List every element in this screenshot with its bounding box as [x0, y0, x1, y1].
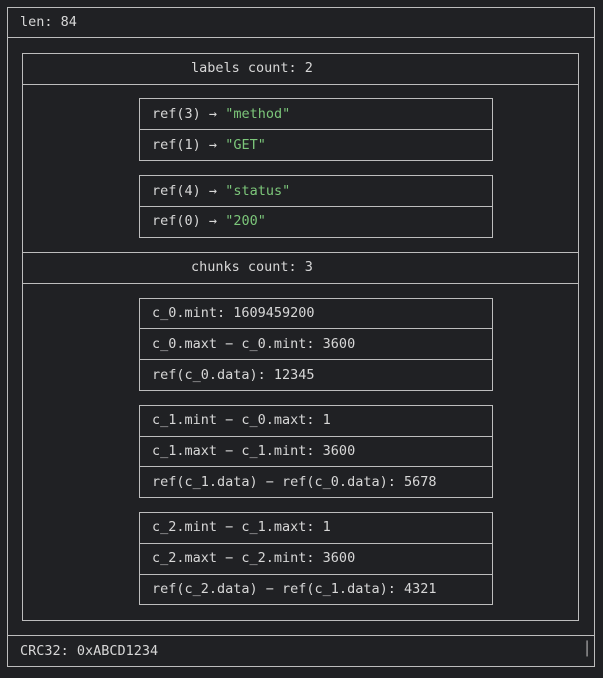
chunk-row-divider	[139, 359, 493, 360]
label-ref: ref(1)	[152, 137, 201, 153]
label-name-entry: ref(3) → "method"	[152, 106, 290, 122]
label-string-value: "GET"	[225, 137, 266, 153]
labels-count-title: labels count: 2	[191, 60, 313, 76]
label-ref: ref(0)	[152, 213, 201, 229]
arrow-icon: →	[208, 183, 218, 199]
crc-label: CRC32: 0xABCD1234	[20, 643, 159, 659]
chunk-mint: c_2.mint − c_1.maxt: 1	[152, 519, 331, 535]
labels-header-divider	[22, 84, 579, 85]
label-value-entry: ref(1) → "GET"	[152, 137, 266, 153]
label-string-value: "200"	[225, 213, 266, 229]
label-string-value: "method"	[225, 106, 291, 122]
label-pair-divider	[139, 129, 493, 130]
arrow-icon: →	[208, 137, 218, 153]
chunk-row-divider	[139, 574, 493, 575]
len-divider	[7, 37, 595, 38]
chunk-mint: c_0.mint: 1609459200	[152, 305, 315, 321]
chunk-data-ref: ref(c_2.data) − ref(c_1.data): 4321	[152, 581, 437, 597]
label-name-entry: ref(4) → "status"	[152, 183, 290, 199]
crc-divider	[7, 635, 595, 636]
label-ref: ref(4)	[152, 183, 201, 199]
text-cursor: │	[583, 641, 592, 657]
chunks-header-divider	[22, 283, 579, 284]
arrow-icon: →	[208, 213, 218, 229]
chunk-data-ref: ref(c_0.data): 12345	[152, 367, 315, 383]
label-ref: ref(3)	[152, 106, 201, 122]
chunk-data-ref: ref(c_1.data) − ref(c_0.data): 5678	[152, 474, 437, 490]
chunk-maxt-delta: c_0.maxt − c_0.mint: 3600	[152, 336, 356, 352]
label-value-entry: ref(0) → "200"	[152, 213, 266, 229]
chunks-header-top-divider	[22, 252, 579, 253]
chunk-mint: c_1.mint − c_0.maxt: 1	[152, 412, 331, 428]
arrow-icon: →	[208, 106, 218, 122]
label-pair-divider	[139, 206, 493, 207]
label-string-value: "status"	[225, 183, 291, 199]
chunk-row-divider	[139, 328, 493, 329]
chunk-row-divider	[139, 543, 493, 544]
len-label: len: 84	[20, 14, 77, 30]
chunk-row-divider	[139, 466, 493, 467]
chunk-maxt-delta: c_2.maxt − c_2.mint: 3600	[152, 550, 356, 566]
chunks-count-title: chunks count: 3	[191, 259, 313, 275]
chunk-row-divider	[139, 436, 493, 437]
chunk-maxt-delta: c_1.maxt − c_1.mint: 3600	[152, 443, 356, 459]
